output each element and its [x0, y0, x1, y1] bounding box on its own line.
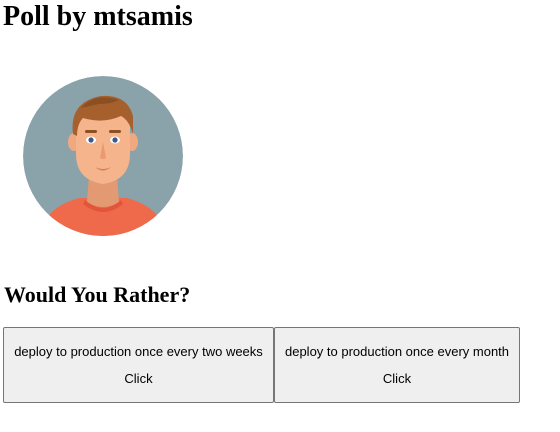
option-one-text: deploy to production once every two week…	[14, 344, 263, 359]
page-title: Poll by mtsamis	[3, 1, 193, 32]
option-two-click-label: Click	[382, 371, 412, 386]
poll-page: Poll by mtsamis Would You Rather? deploy…	[0, 0, 560, 432]
option-one-button[interactable]: deploy to production once every two week…	[3, 327, 274, 403]
avatar	[23, 76, 183, 236]
user-avatar-icon	[23, 76, 183, 236]
poll-question: Would You Rather?	[4, 282, 191, 307]
option-one-click-label: Click	[124, 371, 153, 386]
option-two-button[interactable]: deploy to production once every month Cl…	[274, 327, 520, 403]
option-two-text: deploy to production once every month	[284, 344, 510, 359]
